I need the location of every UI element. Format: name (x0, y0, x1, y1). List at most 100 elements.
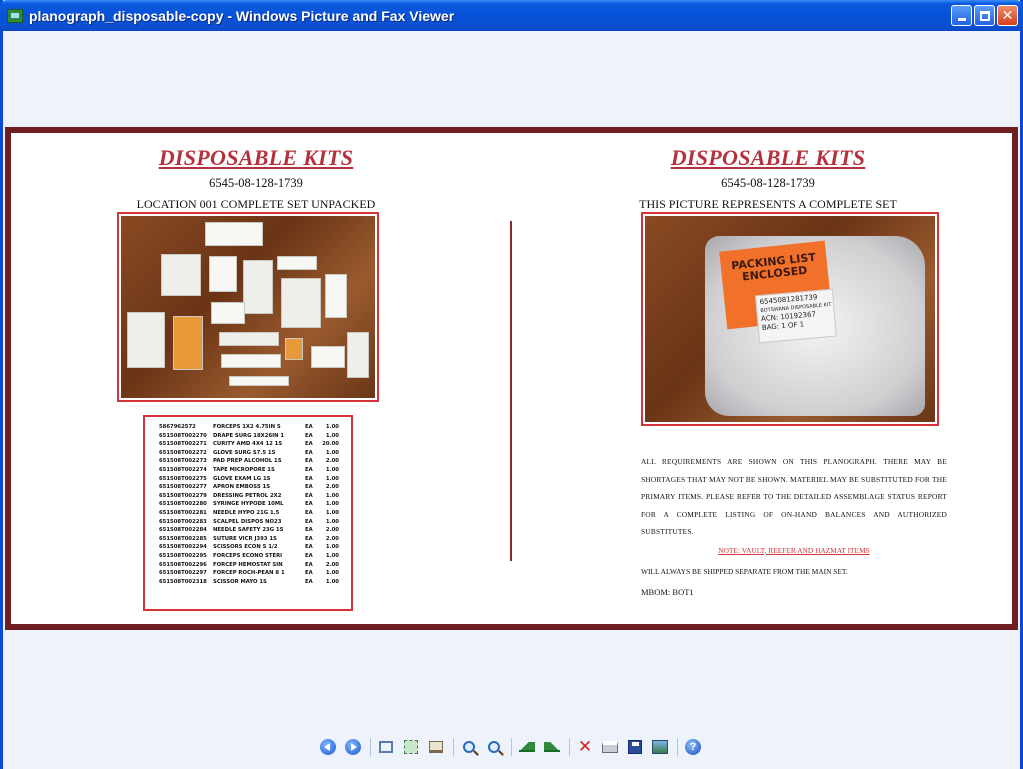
item-desc: GLOVE EXAM LG 1S (213, 475, 271, 482)
kit-label-card (205, 222, 263, 246)
shipping-note: WILL ALWAYS BE SHIPPED SEPARATE FROM THE… (641, 566, 848, 576)
item-qty: 1.00 (325, 578, 339, 585)
delete-button[interactable]: ✕ (575, 737, 595, 757)
maximize-button[interactable] (974, 5, 995, 26)
item-ui: EA (305, 527, 313, 534)
item-desc: FORCEP ROCH-PEAN 8 1 (213, 570, 285, 577)
requirements-paragraph: ALL REQUIREMENTS ARE SHOWN ON THIS PLANO… (641, 457, 947, 536)
item-desc: FORCEP HEMOSTAT SIN (213, 561, 283, 568)
previous-image-icon (320, 739, 336, 755)
item-qty: 1.00 (325, 570, 339, 577)
kit-item (277, 256, 317, 270)
item-qty: 1.00 (325, 518, 339, 525)
displayed-image: DISPOSABLE KITS 6545-08-128-1739 LOCATIO… (5, 127, 1018, 630)
item-row: 651508T002271 CURITY AMD 4X4 12 1S EA 20.00 (159, 440, 351, 449)
item-nsn: 651508T002295 (159, 552, 207, 559)
left-kit-nsn: 6545-08-128-1739 (209, 176, 303, 190)
item-row: 651508T002294 SCISSORS ECON S 1/2 EA 1.00 (159, 543, 351, 552)
item-row: 651508T002274 TAPE MICROPORE 1S EA 1.00 (159, 466, 351, 475)
item-ui: EA (305, 552, 313, 559)
item-desc: APRON EMBOSS 1S (213, 484, 271, 491)
item-list-box: 5867962572 FORCEPS 1X2 4.75IN S EA 1.00 6515… (143, 415, 353, 611)
item-nsn: 651508T002280 (159, 501, 207, 508)
item-qty: 1.00 (325, 492, 339, 499)
item-ui: EA (305, 492, 313, 499)
print-button[interactable] (600, 737, 620, 757)
right-kit-nsn: 6545-08-128-1739 (721, 176, 815, 190)
help-button[interactable]: ? (683, 737, 703, 757)
mbom-code: MBOM: BOT1 (641, 586, 694, 597)
item-qty: 20.00 (322, 441, 339, 448)
print-icon (602, 741, 618, 753)
slide-show-button[interactable] (426, 737, 446, 757)
item-desc: PAD PREP ALCOHOL 1S (213, 458, 282, 465)
minimize-icon (957, 18, 966, 21)
item-nsn: 651508T002271 (159, 441, 207, 448)
item-ui: EA (305, 458, 313, 465)
kit-item (285, 338, 303, 360)
item-row: 651508T002280 SYRINGE HYPODE 10ML EA 1.00 (159, 500, 351, 509)
close-button[interactable]: ✕ (997, 5, 1018, 26)
item-nsn: 651508T002277 (159, 484, 207, 491)
edit-button[interactable] (650, 737, 670, 757)
item-row: 651508T002284 NEEDLE SAFETY 23G 1S EA 2.00 (159, 526, 351, 535)
item-ui: EA (305, 509, 313, 516)
item-qty: 1.00 (325, 424, 339, 430)
title-bar[interactable]: planograph_disposable-copy - Windows Pic… (0, 0, 1023, 31)
item-row: 651508T002285 SUTURE VICR J393 1S EA 2.00 (159, 535, 351, 544)
toolbar-separator (370, 738, 371, 756)
window-title: planograph_disposable-copy - Windows Pic… (29, 7, 455, 24)
next-image-icon (345, 739, 361, 755)
left-kit-subtitle: LOCATION 001 COMPLETE SET UNPACKED (136, 197, 376, 211)
packed-kit-photo: PACKING LIST ENCLOSED 6545081281739 BOTS… (641, 212, 939, 426)
item-ui: EA (305, 466, 313, 473)
next-image-button[interactable] (343, 737, 363, 757)
kit-item (211, 302, 245, 324)
item-desc: SUTURE VICR J393 1S (213, 535, 277, 542)
hazmat-note: NOTE: VAULT, REEFER AND HAZMAT ITEMS (718, 545, 870, 555)
item-qty: 1.00 (325, 432, 339, 439)
item-ui: EA (305, 561, 313, 568)
kit-item (281, 278, 321, 328)
zoom-in-button[interactable] (459, 737, 479, 757)
item-desc: SCISSOR MAYO 1S (213, 578, 267, 585)
item-nsn: 651508T002283 (159, 518, 207, 525)
zoom-out-button[interactable] (484, 737, 504, 757)
maximize-icon (979, 10, 990, 21)
save-button[interactable] (625, 737, 645, 757)
best-fit-button[interactable] (376, 737, 396, 757)
toolbar-separator (569, 738, 570, 756)
item-qty: 1.00 (325, 449, 339, 456)
item-qty: 1.00 (325, 552, 339, 559)
kit-item (173, 316, 203, 370)
rotate-clockwise-button[interactable] (517, 737, 537, 757)
item-nsn: 651508T002274 (159, 466, 207, 473)
item-desc: SCALPEL DISPOS NO23 (213, 518, 282, 525)
item-desc: CURITY AMD 4X4 12 1S (213, 441, 283, 448)
actual-size-button[interactable] (401, 737, 421, 757)
item-nsn: 651508T002294 (159, 544, 207, 551)
item-qty: 2.00 (325, 484, 339, 491)
item-qty: 1.00 (325, 544, 339, 551)
notes-block: ALL REQUIREMENTS ARE SHOWN ON THIS PLANO… (641, 453, 947, 597)
item-nsn: 651508T002285 (159, 535, 207, 542)
item-qty: 1.00 (325, 475, 339, 482)
item-nsn: 651508T002281 (159, 509, 207, 516)
item-ui: EA (305, 432, 313, 439)
wood-table: PACKING LIST ENCLOSED 6545081281739 BOTS… (645, 216, 935, 422)
toolbar-separator (677, 738, 678, 756)
kit-item (325, 274, 347, 318)
item-row: 651508T002281 NEEDLE HYPO 21G 1.5 EA 1.00 (159, 509, 351, 518)
rotate-clockwise-icon (519, 742, 535, 752)
panel-divider (510, 221, 512, 561)
rotate-counterclockwise-button[interactable] (542, 737, 562, 757)
minimize-button[interactable] (951, 5, 972, 26)
close-icon: ✕ (1001, 7, 1014, 24)
item-ui: EA (305, 544, 313, 551)
app-icon[interactable] (7, 8, 23, 23)
kit-item (347, 332, 369, 378)
zoom-in-icon (463, 741, 475, 753)
right-kit-title: DISPOSABLE KITS (670, 145, 866, 170)
kit-item (219, 332, 279, 346)
previous-image-button[interactable] (318, 737, 338, 757)
